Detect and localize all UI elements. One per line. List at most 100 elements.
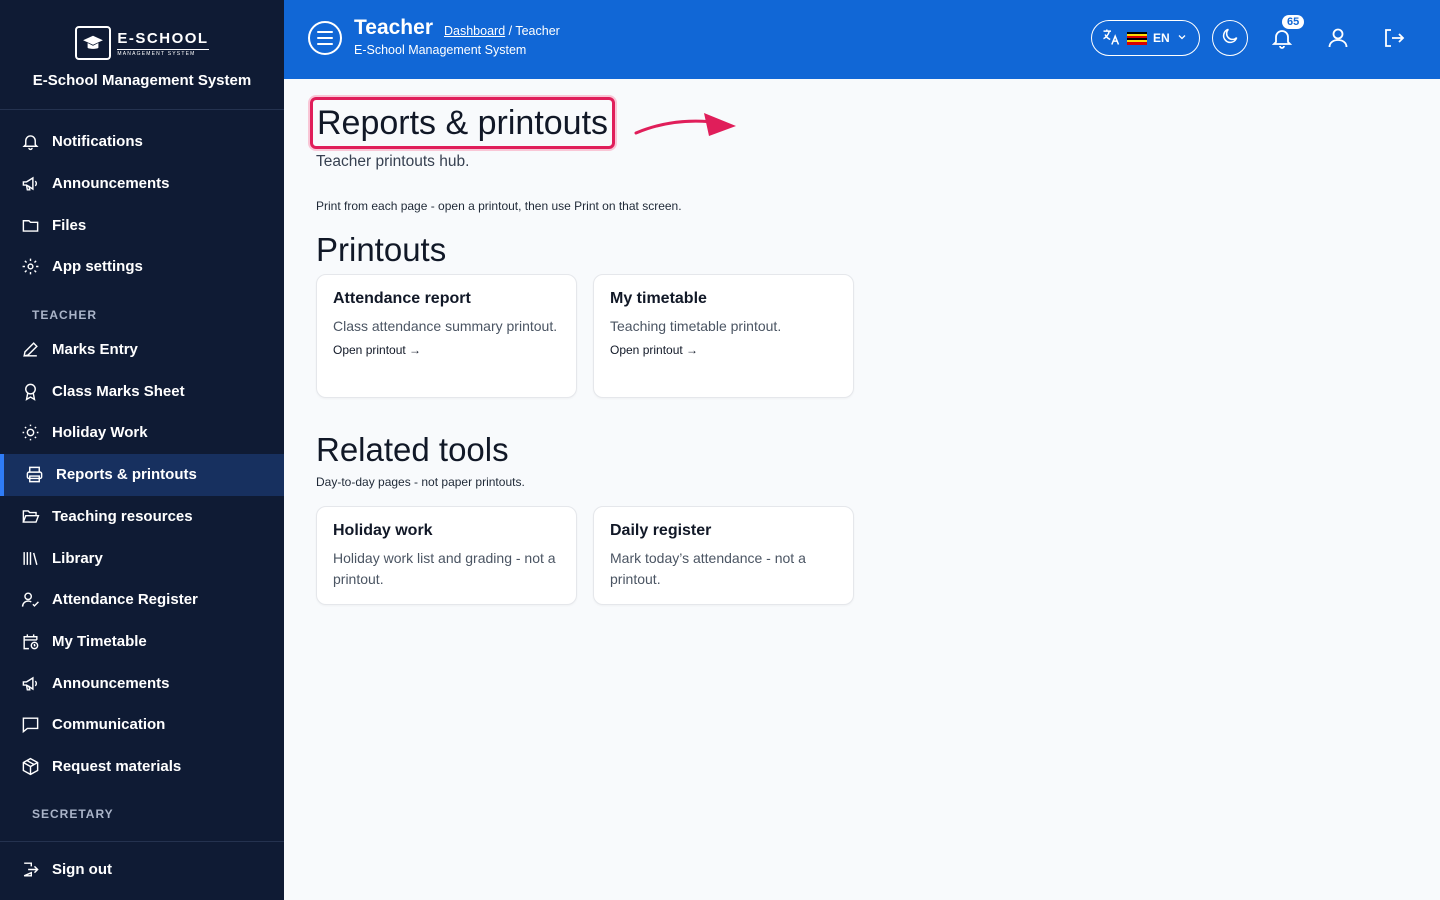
sidebar-item-label: Reports & printouts [56,466,197,484]
sidebar-item-announcements[interactable]: Announcements [0,163,284,205]
section-title-secretary: SECRETARY [32,807,114,822]
pencil-icon [20,340,40,360]
breadcrumb: Dashboard / Teacher [444,24,560,38]
language-code: EN [1153,31,1170,45]
sidebar-item-reports-printouts[interactable]: Reports & printouts [0,453,284,496]
message-icon [20,715,40,735]
logo: E-SCHOOL MANAGEMENT SYSTEM [75,26,209,60]
sun-icon [20,423,40,443]
sidebar-item-app-settings[interactable]: App settings [0,246,284,288]
header-subtitle: E-School Management System [354,43,527,57]
notifications-bell-icon[interactable] [1270,26,1294,50]
award-icon [20,381,40,401]
sidebar-item-label: Announcements [52,175,170,193]
sidebar-item-label: Class Marks Sheet [52,382,185,400]
sidebar-item-label: Attendance Register [52,591,198,609]
megaphone-icon [20,174,40,194]
related-tools-heading: Related tools [316,431,509,468]
sidebar-item-notifications[interactable]: Notifications [0,121,284,163]
sidebar-item-label: Holiday Work [52,424,148,442]
sidebar-item-label: Communication [52,716,166,734]
sidebar-item-label: Notifications [52,133,143,151]
sidebar-item-label: Library [52,549,103,567]
sidebar-footer: Sign out [0,841,284,896]
card-description: Class attendance summary printout. [333,318,558,334]
sidebar-item-attendance-register[interactable]: Attendance Register [0,579,284,621]
card-description: Teaching timetable printout. [610,318,782,334]
sidebar-item-communication[interactable]: Communication [0,704,284,746]
breadcrumb-dashboard-link[interactable]: Dashboard [444,24,505,38]
card-description: Holiday work list and grading - not a pr… [333,550,556,587]
sidebar-item-announcements-teacher[interactable]: Announcements [0,662,284,704]
chevron-down-icon [1176,31,1188,46]
card-description: Mark today’s attendance - not a printout… [610,550,806,587]
sidebar-item-request-materials[interactable]: Request materials [0,746,284,788]
sidebar-item-class-marks-sheet[interactable]: Class Marks Sheet [0,370,284,412]
library-icon [20,548,40,568]
sidebar-item-label: Request materials [52,757,182,775]
graduation-cap-icon [75,26,112,60]
card-title: My timetable [610,290,707,307]
daily-register-card[interactable]: Daily register Mark today’s attendance -… [593,506,854,605]
page-subtitle: Teacher printouts hub. [316,153,470,170]
related-tools-subtitle: Day-to-day pages - not paper printouts. [316,475,525,489]
sidebar-item-label: App settings [52,258,143,276]
sidebar-item-files[interactable]: Files [0,204,284,246]
megaphone-icon [20,673,40,693]
logout-icon[interactable] [1382,26,1406,55]
sidebar-nav: Notifications Announcements Files App se… [0,121,284,828]
my-timetable-card[interactable]: My timetable Teaching timetable printout… [593,274,854,398]
annotation-arrow-icon [634,113,736,136]
sign-out-label: Sign out [52,860,112,878]
sidebar-item-library[interactable]: Library [0,537,284,579]
page-title: Reports & printouts [317,104,609,142]
print-hint: Print from each page - open a printout, … [316,199,682,213]
sidebar-header: E-SCHOOL MANAGEMENT SYSTEM E-School Mana… [0,0,284,110]
logo-subtext: MANAGEMENT SYSTEM [117,50,196,57]
sidebar: E-SCHOOL MANAGEMENT SYSTEM E-School Mana… [0,0,284,900]
sidebar-item-label: Announcements [52,674,170,692]
sign-out-button[interactable]: Sign out [0,842,284,896]
printouts-heading: Printouts [316,231,447,268]
folder-icon [20,215,40,235]
notification-count-badge: 65 [1282,15,1305,29]
user-check-icon [20,590,40,610]
menu-toggle-button[interactable] [308,21,342,55]
page-title-highlight: Reports & printouts [310,97,616,149]
theme-toggle-button[interactable] [1212,20,1248,56]
printer-icon [24,465,44,485]
calendar-clock-icon [20,631,40,651]
moon-icon [1220,26,1240,51]
translate-icon [1101,27,1121,50]
language-selector[interactable]: EN [1091,20,1200,56]
gear-icon [20,257,40,277]
sidebar-item-holiday-work[interactable]: Holiday Work [0,412,284,454]
user-profile-icon[interactable] [1326,26,1350,55]
sidebar-item-label: My Timetable [52,632,147,650]
logo-text: E-SCHOOL [117,29,209,47]
holiday-work-card[interactable]: Holiday work Holiday work list and gradi… [316,506,577,605]
bell-icon [20,132,40,152]
sidebar-item-marks-entry[interactable]: Marks Entry [0,329,284,371]
sign-out-icon [20,859,40,879]
header-title: Teacher [354,16,433,39]
open-printout-link[interactable]: Open printout → [610,343,837,357]
main-content: Reports & printouts Teacher printouts hu… [284,79,1440,900]
card-title: Holiday work [333,522,433,539]
sidebar-item-label: Marks Entry [52,341,138,359]
breadcrumb-current: / Teacher [505,24,560,38]
section-title-teacher: TEACHER [32,307,98,322]
sidebar-item-label: Files [52,216,87,234]
sidebar-item-label: Teaching resources [52,507,193,525]
uganda-flag-icon [1127,31,1147,45]
sidebar-item-my-timetable[interactable]: My Timetable [0,621,284,663]
package-icon [20,756,40,776]
attendance-report-card[interactable]: Attendance report Class attendance summa… [316,274,577,398]
open-printout-link[interactable]: Open printout → [333,343,560,357]
app-name: E-School Management System [32,72,252,89]
card-title: Daily register [610,522,712,539]
card-title: Attendance report [333,290,471,307]
folder-open-icon [20,506,40,526]
top-header: Teacher Dashboard / Teacher E-School Man… [284,0,1440,79]
sidebar-item-teaching-resources[interactable]: Teaching resources [0,496,284,538]
